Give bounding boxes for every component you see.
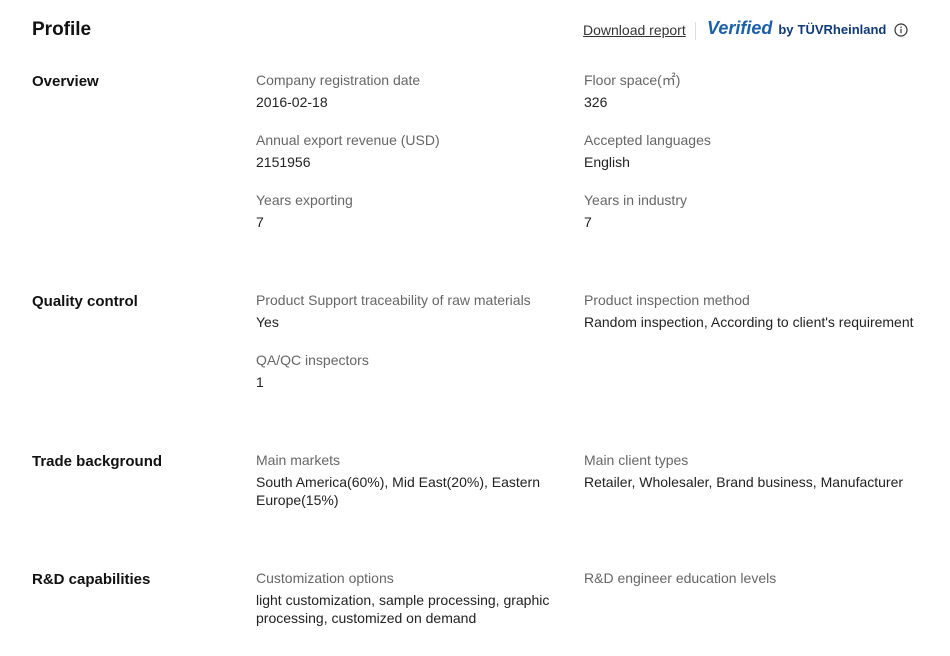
field-value: 2151956 (256, 154, 311, 170)
field-export-revenue: Annual export revenue (USD) 2151956 (256, 131, 556, 171)
field-label: Floor space(㎡) (584, 72, 681, 88)
page-title: Profile (32, 19, 92, 40)
field-label: Years exporting (256, 192, 353, 208)
field-label: Main markets (256, 452, 341, 468)
field-years-exporting: Years exporting 7 (256, 191, 556, 231)
verified-by: by (778, 22, 794, 37)
field-label: Product inspection method (584, 292, 750, 308)
field-value: 7 (256, 214, 264, 230)
field-value: Random inspection, According to client's… (584, 314, 914, 330)
verifier-org: TÜVRheinland (797, 22, 887, 37)
field-value: 2016-02-18 (256, 94, 328, 110)
field-label: R&D engineer education levels (584, 570, 777, 586)
field-years-in-industry: Years in industry 7 (584, 191, 924, 231)
download-report-link[interactable]: Download report (583, 22, 686, 38)
field-rd-education-levels: R&D engineer education levels (584, 569, 924, 591)
field-value: light customization, sample processing, … (256, 592, 550, 626)
field-inspection-method: Product inspection method Random inspect… (584, 291, 924, 331)
field-label: Product Support traceability of raw mate… (256, 292, 531, 308)
field-label: Company registration date (256, 72, 421, 88)
field-accepted-languages: Accepted languages English (584, 131, 924, 171)
field-label: Customization options (256, 570, 394, 586)
field-value: 326 (584, 94, 608, 110)
field-main-markets: Main markets South America(60%), Mid Eas… (256, 451, 556, 509)
section-title-quality-control: Quality control (32, 293, 138, 310)
verified-badge: Verified by TÜVRheinland (707, 18, 886, 39)
section-title-overview: Overview (32, 73, 99, 90)
field-value: South America(60%), Mid East(20%), Easte… (256, 474, 541, 508)
field-traceability: Product Support traceability of raw mate… (256, 291, 556, 331)
header-divider (695, 22, 696, 40)
field-label: Years in industry (584, 192, 687, 208)
info-icon[interactable] (894, 23, 908, 37)
field-registration-date: Company registration date 2016-02-18 (256, 71, 556, 111)
field-label: Annual export revenue (USD) (256, 132, 440, 148)
field-value: 7 (584, 214, 592, 230)
field-customization-options: Customization options light customizatio… (256, 569, 556, 627)
field-qa-qc-inspectors: QA/QC inspectors 1 (256, 351, 556, 391)
field-main-client-types: Main client types Retailer, Wholesaler, … (584, 451, 924, 491)
field-value: Retailer, Wholesaler, Brand business, Ma… (584, 474, 904, 490)
verified-word: Verified (707, 18, 773, 38)
profile-header: Profile Download report Verified by TÜVR… (0, 0, 950, 60)
field-value: English (584, 154, 630, 170)
field-value: 1 (256, 374, 264, 390)
field-label: QA/QC inspectors (256, 352, 369, 368)
field-label: Accepted languages (584, 132, 711, 148)
field-value: Yes (256, 314, 279, 330)
field-floor-space: Floor space(㎡) 326 (584, 71, 924, 111)
section-title-rd-capabilities: R&D capabilities (32, 571, 151, 588)
section-title-trade-background: Trade background (32, 453, 163, 470)
field-label: Main client types (584, 452, 689, 468)
